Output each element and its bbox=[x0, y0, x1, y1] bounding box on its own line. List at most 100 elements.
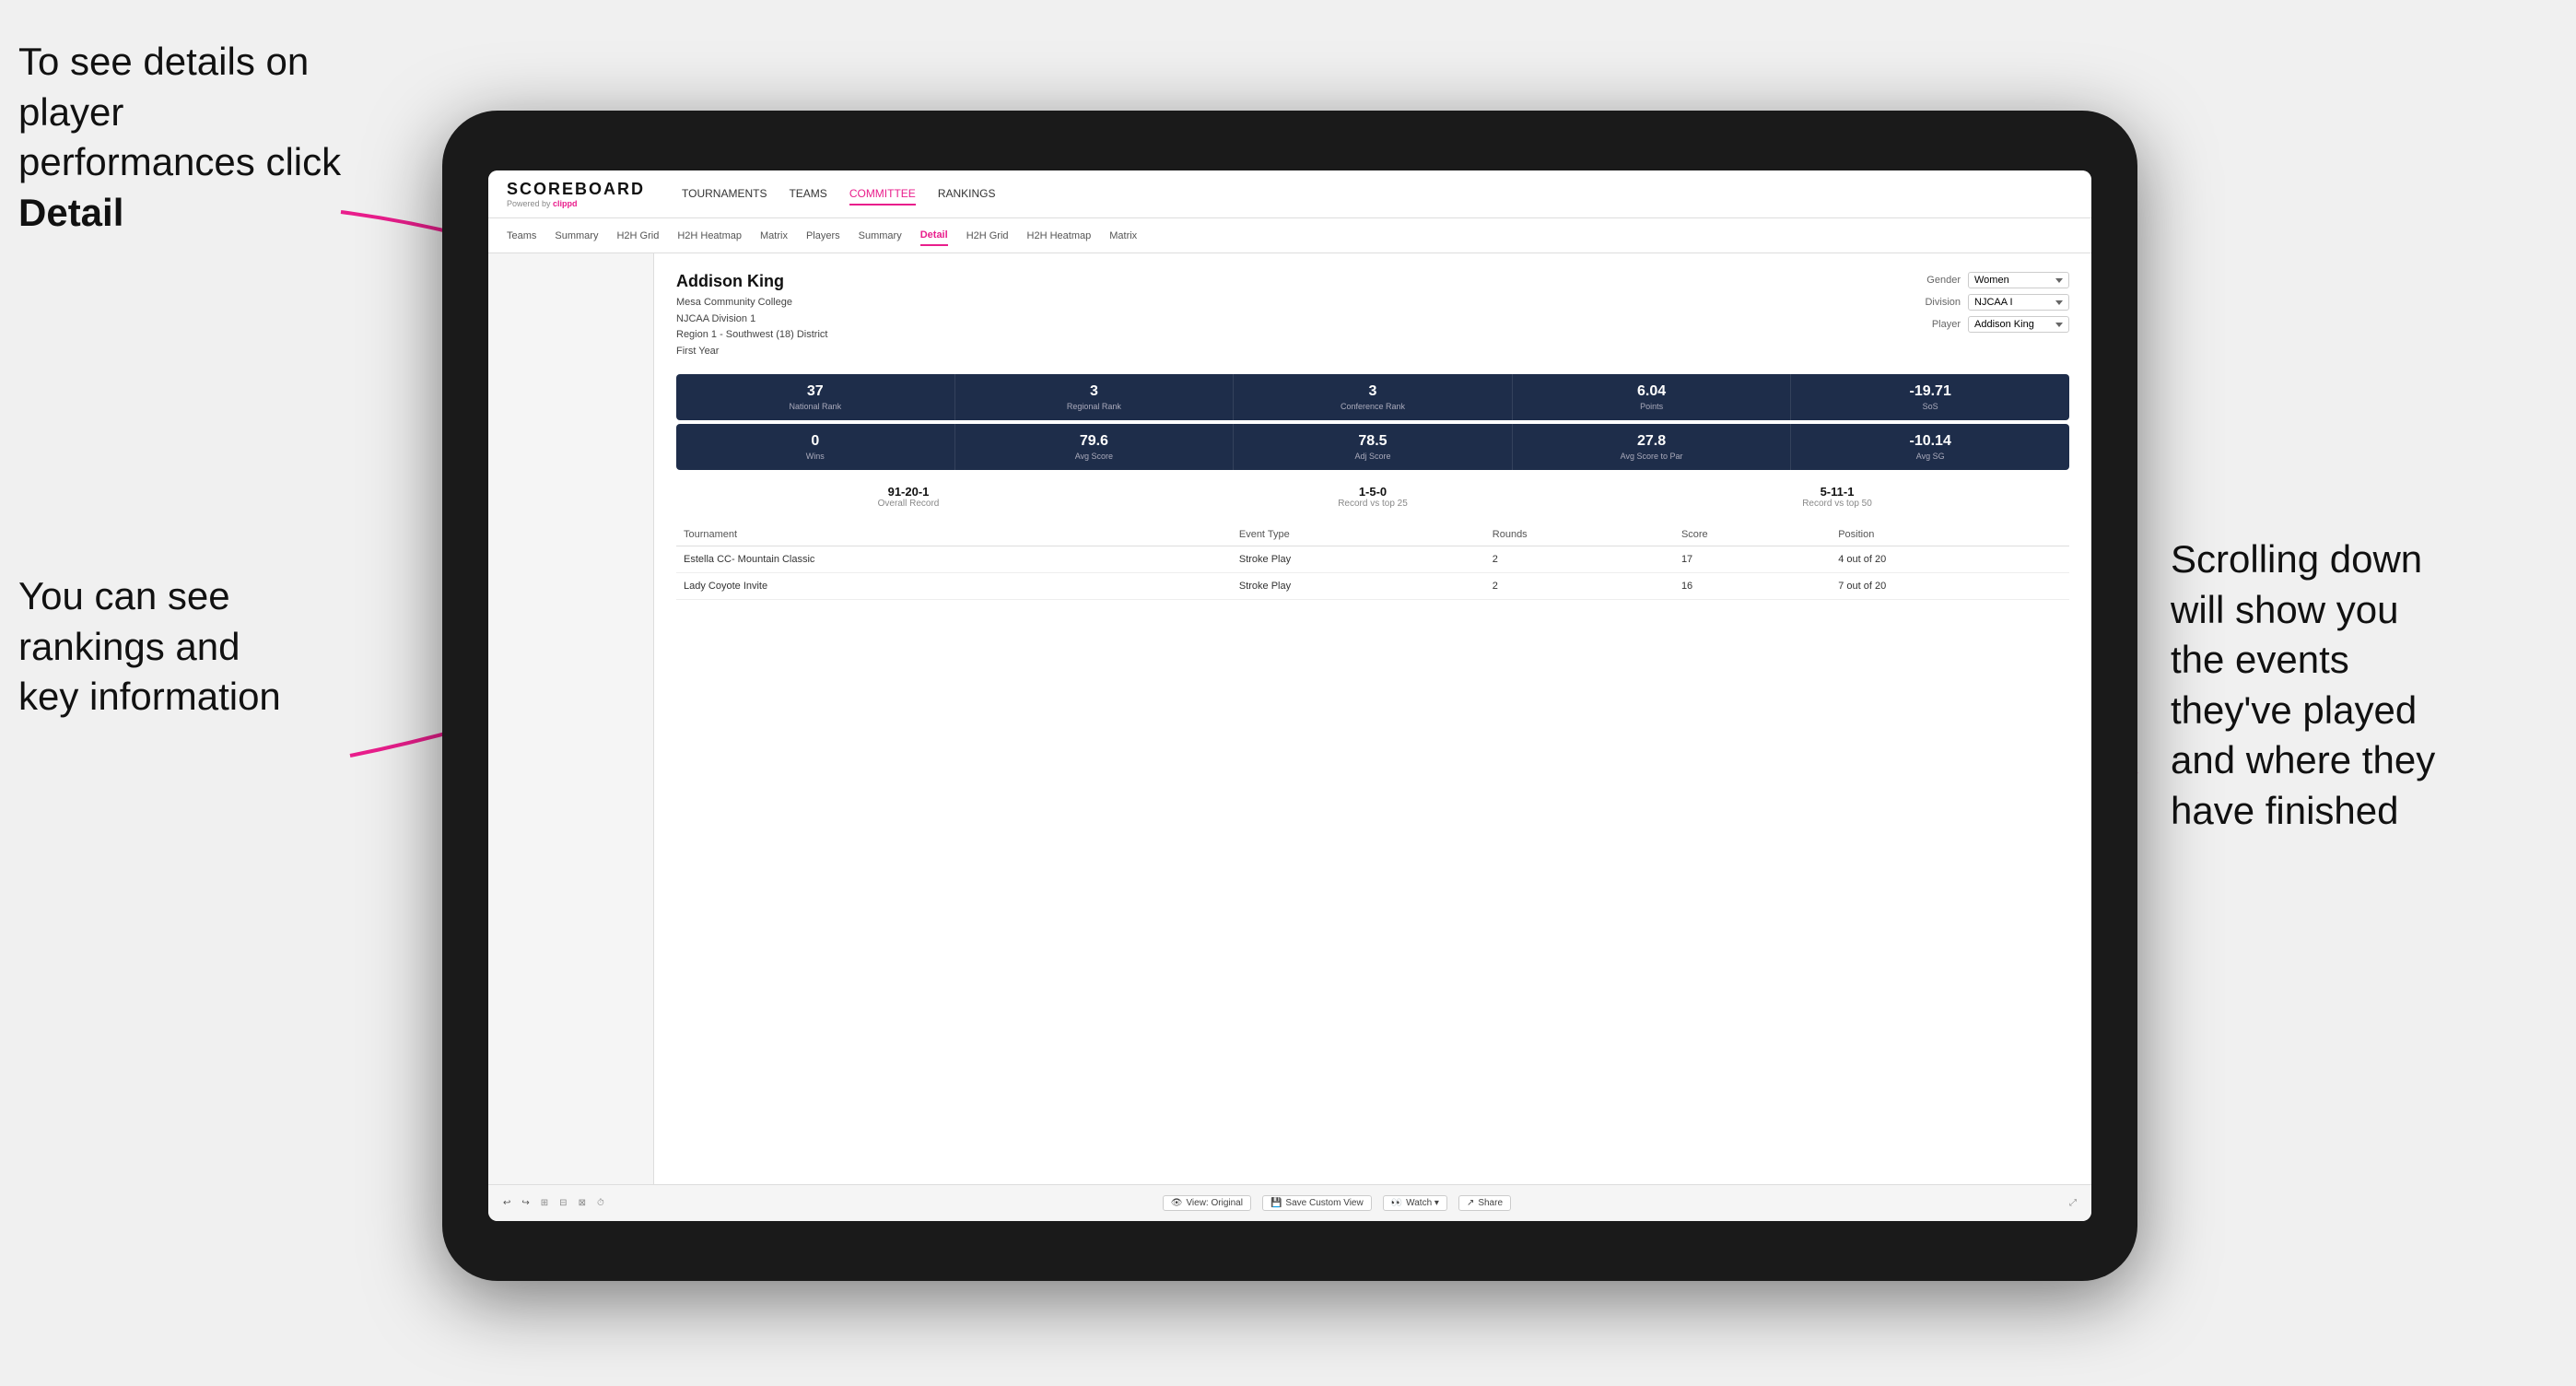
content-inner: Addison King Mesa Community College NJCA… bbox=[654, 253, 2091, 1184]
stat-avg-score: 79.6 Avg Score bbox=[955, 424, 1235, 470]
td-tournament-1: Estella CC- Mountain Classic bbox=[676, 546, 1232, 573]
nav-rankings[interactable]: RANKINGS bbox=[938, 183, 996, 206]
td-rounds-2: 2 bbox=[1485, 573, 1674, 600]
annotation-r3: the events bbox=[2171, 638, 2349, 681]
logo-clippd: clippd bbox=[553, 199, 578, 208]
share-button[interactable]: ↗ Share bbox=[1458, 1195, 1511, 1211]
player-region: Region 1 - Southwest (18) District bbox=[676, 327, 827, 344]
td-position-1: 4 out of 20 bbox=[1831, 546, 2069, 573]
nav-committee[interactable]: COMMITTEE bbox=[849, 183, 916, 206]
stat-sos: -19.71 SoS bbox=[1791, 374, 2069, 420]
td-position-2: 7 out of 20 bbox=[1831, 573, 2069, 600]
player-school: Mesa Community College bbox=[676, 295, 827, 311]
stat-wins: 0 Wins bbox=[676, 424, 955, 470]
toolbar-icon2: ⊟ bbox=[559, 1198, 567, 1208]
view-original-button[interactable]: 👁 View: Original bbox=[1163, 1195, 1251, 1211]
tablet-screen: SCOREBOARD Powered by clippd TOURNAMENTS… bbox=[488, 170, 2091, 1221]
records-row: 91-20-1 Overall Record 1-5-0 Record vs t… bbox=[676, 485, 2069, 509]
subnav-h2hheatmap[interactable]: H2H Heatmap bbox=[677, 227, 742, 245]
watch-button[interactable]: 👀 Watch ▾ bbox=[1383, 1195, 1447, 1211]
nav-teams[interactable]: TEAMS bbox=[789, 183, 826, 206]
annotation-topleft-text: To see details on player performances cl… bbox=[18, 40, 341, 183]
toolbar-right: ⤢ bbox=[2069, 1198, 2077, 1208]
toolbar-redo[interactable]: ↪ bbox=[521, 1198, 529, 1208]
table-body: Estella CC- Mountain Classic Stroke Play… bbox=[676, 546, 2069, 600]
subnav-players[interactable]: Players bbox=[806, 227, 840, 245]
stat-regional-rank: 3 Regional Rank bbox=[955, 374, 1235, 420]
stats-grid-1: 37 National Rank 3 Regional Rank 3 Confe… bbox=[676, 374, 2069, 420]
annotation-bl1: You can see bbox=[18, 574, 230, 617]
annotation-r6: have finished bbox=[2171, 789, 2399, 832]
sub-nav: Teams Summary H2H Grid H2H Heatmap Matri… bbox=[488, 218, 2091, 253]
table-row[interactable]: Lady Coyote Invite Stroke Play 2 16 7 ou… bbox=[676, 573, 2069, 600]
tournament-table: Tournament Event Type Rounds Score Posit… bbox=[676, 523, 2069, 600]
stat-points: 6.04 Points bbox=[1513, 374, 1792, 420]
td-event-type-1: Stroke Play bbox=[1232, 546, 1485, 573]
td-tournament-2: Lady Coyote Invite bbox=[676, 573, 1232, 600]
player-year: First Year bbox=[676, 344, 827, 360]
player-controls: Gender Women Division NJCAA I bbox=[1910, 272, 2069, 333]
subnav-matrix[interactable]: Matrix bbox=[760, 227, 788, 245]
record-overall: 91-20-1 Overall Record bbox=[676, 485, 1141, 509]
th-event-type: Event Type bbox=[1232, 523, 1485, 546]
gender-control: Gender Women bbox=[1910, 272, 2069, 288]
stats-grid-2: 0 Wins 79.6 Avg Score 78.5 Adj Score 27.… bbox=[676, 424, 2069, 470]
subnav-h2hgrid[interactable]: H2H Grid bbox=[616, 227, 659, 245]
annotation-r4: they've played bbox=[2171, 688, 2417, 732]
annotation-detail-bold: Detail bbox=[18, 191, 123, 234]
annotation-bl3: key information bbox=[18, 675, 281, 718]
nav-items: TOURNAMENTS TEAMS COMMITTEE RANKINGS bbox=[682, 183, 995, 206]
stat-avg-sg: -10.14 Avg SG bbox=[1791, 424, 2069, 470]
subnav-h2hgrid2[interactable]: H2H Grid bbox=[966, 227, 1009, 245]
logo-scoreboard: SCOREBOARD bbox=[507, 180, 645, 199]
th-position: Position bbox=[1831, 523, 2069, 546]
stat-adj-score: 78.5 Adj Score bbox=[1234, 424, 1513, 470]
toolbar-undo[interactable]: ↩ bbox=[503, 1198, 510, 1208]
player-info: Addison King Mesa Community College NJCA… bbox=[676, 272, 827, 359]
division-label: Division bbox=[1910, 297, 1961, 308]
save-custom-button[interactable]: 💾 Save Custom View bbox=[1262, 1195, 1372, 1211]
logo-area: SCOREBOARD Powered by clippd bbox=[507, 180, 645, 208]
toolbar-icon3: ⊠ bbox=[579, 1198, 586, 1208]
nav-tournaments[interactable]: TOURNAMENTS bbox=[682, 183, 767, 206]
watch-label: Watch ▾ bbox=[1406, 1198, 1439, 1208]
division-select[interactable]: NJCAA I bbox=[1968, 294, 2069, 311]
stat-conference-rank: 3 Conference Rank bbox=[1234, 374, 1513, 420]
subnav-h2hheatmap2[interactable]: H2H Heatmap bbox=[1027, 227, 1092, 245]
subnav-teams[interactable]: Teams bbox=[507, 227, 536, 245]
table-header-row: Tournament Event Type Rounds Score Posit… bbox=[676, 523, 2069, 546]
player-label: Player bbox=[1910, 319, 1961, 330]
annotation-topleft: To see details on player performances cl… bbox=[18, 37, 369, 238]
toolbar-icon1: ⊞ bbox=[541, 1198, 548, 1208]
view-original-label: View: Original bbox=[1186, 1198, 1243, 1208]
td-score-2: 16 bbox=[1674, 573, 1831, 600]
annotation-r2: will show you bbox=[2171, 588, 2398, 631]
subnav-matrix2[interactable]: Matrix bbox=[1109, 227, 1137, 245]
th-rounds: Rounds bbox=[1485, 523, 1674, 546]
stat-national-rank: 37 National Rank bbox=[676, 374, 955, 420]
share-icon: ↗ bbox=[1467, 1198, 1474, 1208]
subnav-detail[interactable]: Detail bbox=[920, 226, 948, 246]
record-top50: 5-11-1 Record vs top 50 bbox=[1605, 485, 2069, 509]
td-event-type-2: Stroke Play bbox=[1232, 573, 1485, 600]
subnav-summary2[interactable]: Summary bbox=[859, 227, 902, 245]
annotation-right: Scrolling down will show you the events … bbox=[2171, 534, 2558, 837]
watch-icon: 👀 bbox=[1391, 1198, 1402, 1208]
gender-select[interactable]: Women bbox=[1968, 272, 2069, 288]
annotation-bottomleft: You can see rankings and key information bbox=[18, 571, 369, 722]
player-division: NJCAA Division 1 bbox=[676, 311, 827, 328]
table-row[interactable]: Estella CC- Mountain Classic Stroke Play… bbox=[676, 546, 2069, 573]
main-content: Addison King Mesa Community College NJCA… bbox=[488, 253, 2091, 1184]
subnav-summary[interactable]: Summary bbox=[555, 227, 598, 245]
top-nav: SCOREBOARD Powered by clippd TOURNAMENTS… bbox=[488, 170, 2091, 218]
save-icon: 💾 bbox=[1270, 1198, 1282, 1208]
record-top25: 1-5-0 Record vs top 25 bbox=[1141, 485, 1605, 509]
td-rounds-1: 2 bbox=[1485, 546, 1674, 573]
save-custom-label: Save Custom View bbox=[1285, 1198, 1363, 1208]
bottom-toolbar: ↩ ↪ ⊞ ⊟ ⊠ ⏱ 👁 View: Original 💾 Save Cust… bbox=[488, 1184, 2091, 1221]
th-score: Score bbox=[1674, 523, 1831, 546]
logo-powered: Powered by clippd bbox=[507, 199, 645, 208]
toolbar-left: ↩ ↪ ⊞ ⊟ ⊠ ⏱ bbox=[503, 1198, 604, 1208]
player-select[interactable]: Addison King bbox=[1968, 316, 2069, 333]
player-control: Player Addison King bbox=[1910, 316, 2069, 333]
